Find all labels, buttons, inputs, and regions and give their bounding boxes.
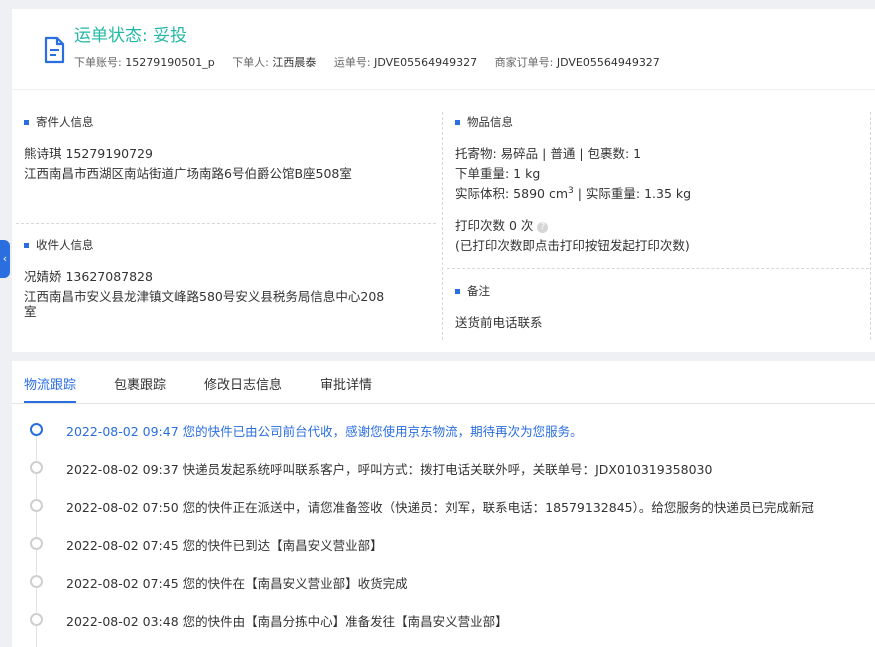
sender-name-phone: 熊诗琪 15279190729 <box>24 146 153 161</box>
goods-description: 托寄物: 易碎品 | 普通 | 包裹数: 1 <box>455 146 642 161</box>
tracking-event: 2022-08-02 07:50 您的快件正在派送中，请您准备签收（快递员：刘军… <box>12 495 875 515</box>
receiver-address: 江西南昌市安义县龙津镇文峰路580号安义县税务局信息中心208 <box>24 289 385 304</box>
waybill-meta: 下单账号: 15279190501_p 下单人: 江西晨泰 运单号: JDVE0… <box>74 54 674 70</box>
tracking-event: 2022-08-02 07:45 您的快件在【南昌安义营业部】收货完成 <box>12 571 875 591</box>
receiver-section-title: 收件人信息 <box>24 237 94 253</box>
tracking-event-text: 2022-08-02 09:47 您的快件已由公司前台代收，感谢您使用京东物流，… <box>66 424 583 439</box>
meta-waybill-no: 运单号: JDVE05564949327 <box>333 56 478 69</box>
sender-section-title: 寄件人信息 <box>24 114 94 130</box>
section-marker <box>24 242 29 248</box>
goods-order-weight: 下单重量: 1 kg <box>455 166 541 181</box>
divider <box>442 112 443 340</box>
tracking-event: 2022-08-02 09:37 快递员发起系统呼叫联系客户，呼叫方式：拨打电话… <box>12 457 875 477</box>
remark-text: 送货前电话联系 <box>455 315 543 330</box>
sender-address: 江西南昌市西湖区南站街道广场南路6号伯爵公馆B座508室 <box>24 166 352 181</box>
waybill-header: 运单状态: 妥投 下单账号: 15279190501_p 下单人: 江西晨泰 运… <box>12 9 875 89</box>
tabs-divider <box>12 403 875 404</box>
tracking-event-text: 2022-08-02 03:48 您的快件由【南昌分拣中心】准备发往【南昌安义营… <box>66 614 508 629</box>
print-count-hint: (已打印次数即点击打印按钮发起打印次数) <box>455 238 690 253</box>
remark-section-title: 备注 <box>455 283 490 299</box>
tracking-panel: 物流跟踪 包裹跟踪 修改日志信息 审批详情 2022-08-02 09:47 您… <box>12 361 875 647</box>
divider <box>447 268 869 269</box>
tracking-event-text: 2022-08-02 07:50 您的快件正在派送中，请您准备签收（快递员：刘军… <box>66 500 814 515</box>
tracking-tabs: 物流跟踪 包裹跟踪 修改日志信息 审批详情 <box>24 361 410 403</box>
meta-account: 下单账号: 15279190501_p <box>74 56 215 69</box>
tracking-event-text: 2022-08-02 07:45 您的快件在【南昌安义营业部】收货完成 <box>66 576 408 591</box>
receiver-name-phone: 况婧娇 13627087828 <box>24 269 153 284</box>
tab-package-tracking[interactable]: 包裹跟踪 <box>114 361 166 403</box>
waybill-status-title: 运单状态: 妥投 <box>74 26 188 46</box>
goods-volume-weight: 实际体积: 5890 cm3 | 实际重量: 1.35 kg <box>455 185 692 201</box>
goods-section-title: 物品信息 <box>455 114 513 130</box>
receiver-address-cont: 室 <box>24 304 37 319</box>
sidebar-toggle-button[interactable]: ‹ <box>0 240 10 278</box>
tracking-event: 2022-08-02 07:45 您的快件已到达【南昌安义营业部】 <box>12 533 875 553</box>
print-count: 打印次数 0 次? <box>455 215 549 234</box>
document-icon <box>44 36 65 64</box>
timeline-dot <box>30 499 43 512</box>
timeline-dot <box>30 537 43 550</box>
tracking-event: 2022-08-02 03:48 您的快件由【南昌分拣中心】准备发往【南昌安义营… <box>12 609 875 629</box>
tracking-event: 2022-08-02 09:47 您的快件已由公司前台代收，感谢您使用京东物流，… <box>12 419 875 439</box>
meta-merchant-order-no: 商家订单号: JDVE05564949327 <box>494 56 660 69</box>
tracking-event-text: 2022-08-02 07:45 您的快件已到达【南昌安义营业部】 <box>66 538 383 553</box>
timeline-dot-active <box>30 423 43 436</box>
tab-change-log[interactable]: 修改日志信息 <box>204 361 282 403</box>
divider <box>870 112 871 340</box>
meta-orderer: 下单人: 江西晨泰 <box>232 56 317 69</box>
section-marker <box>455 288 460 294</box>
chevron-left-icon: ‹ <box>2 252 8 265</box>
help-icon[interactable]: ? <box>537 222 549 233</box>
section-marker <box>455 119 460 125</box>
waybill-info-panel: 寄件人信息 熊诗琪 15279190729 江西南昌市西湖区南站街道广场南路6号… <box>12 90 875 352</box>
timeline-dot <box>30 613 43 626</box>
divider <box>16 223 436 224</box>
timeline-dot <box>30 575 43 588</box>
timeline-dot <box>30 461 43 474</box>
tracking-event-text: 2022-08-02 09:37 快递员发起系统呼叫联系客户，呼叫方式：拨打电话… <box>66 462 713 477</box>
tab-approval-details[interactable]: 审批详情 <box>320 361 372 403</box>
section-marker <box>24 119 29 125</box>
tab-logistics-tracking[interactable]: 物流跟踪 <box>24 361 77 403</box>
